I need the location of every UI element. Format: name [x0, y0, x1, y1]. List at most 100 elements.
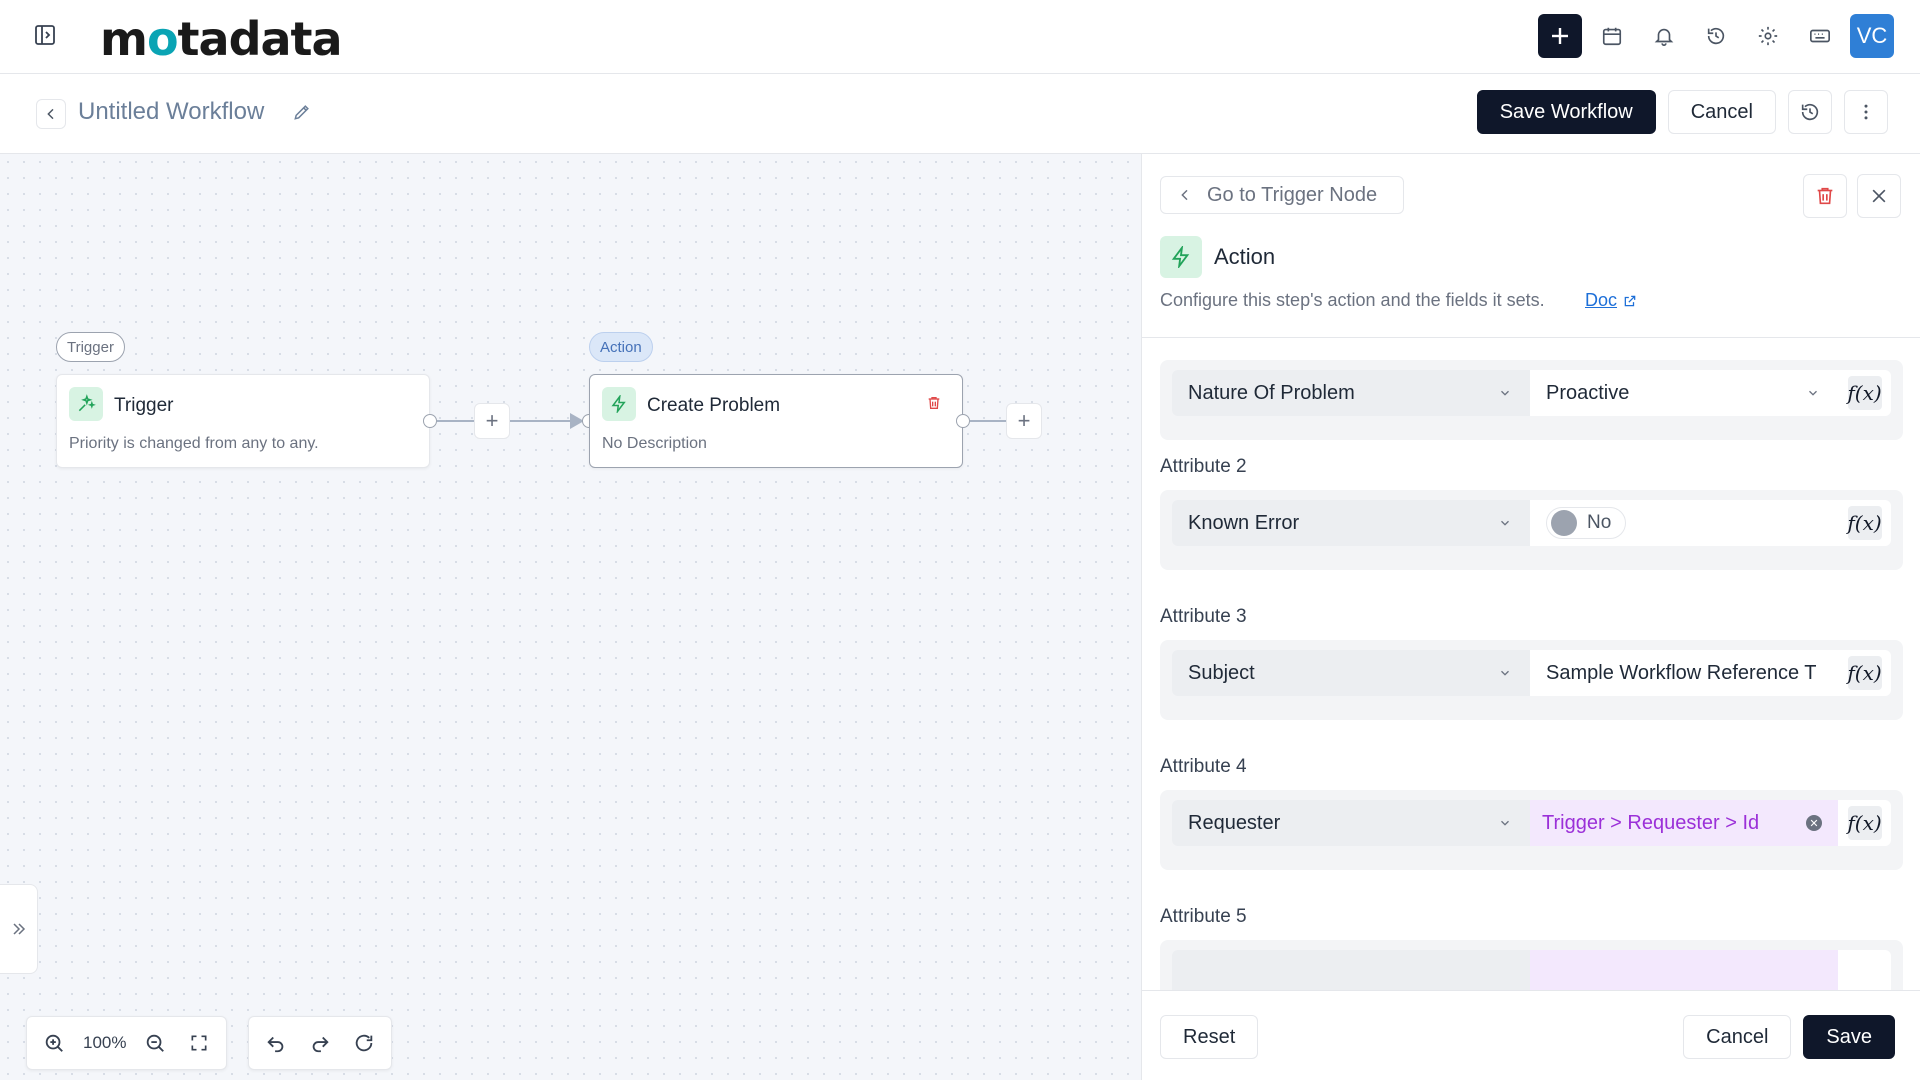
- function-button[interactable]: f(x): [1838, 500, 1891, 546]
- add-node-between-button[interactable]: +: [474, 403, 510, 439]
- function-icon: f(x): [1847, 806, 1882, 840]
- trash-icon: [1817, 187, 1833, 205]
- field-select-label: Nature Of Problem: [1188, 381, 1355, 404]
- chevrons-right-icon: [12, 923, 25, 935]
- function-button[interactable]: f(x): [1838, 370, 1891, 416]
- trigger-chip: Trigger: [56, 332, 125, 362]
- sidebar-toggle-icon[interactable]: [30, 20, 60, 50]
- attribute-row: Subject Sample Workflow Reference T f(x): [1160, 640, 1903, 720]
- edge-segment: [970, 420, 1006, 422]
- variable-value-label: Trigger > Requester > Id: [1542, 811, 1760, 834]
- field-select-label: Known Error: [1188, 511, 1300, 534]
- chevron-left-icon: [1181, 189, 1188, 201]
- save-button[interactable]: Save: [1803, 1015, 1895, 1059]
- notifications-button[interactable]: [1642, 14, 1686, 58]
- panel-footer: Reset Cancel Save: [1142, 990, 1920, 1080]
- version-history-button[interactable]: [1788, 90, 1832, 134]
- value-select-label: Proactive: [1546, 381, 1630, 404]
- variable-value[interactable]: Trigger > Requester > Id ✕: [1530, 800, 1838, 846]
- field-select[interactable]: Subject: [1172, 650, 1530, 696]
- workflow-actions: Save Workflow Cancel: [1476, 90, 1888, 134]
- create-new-button[interactable]: [1538, 14, 1582, 58]
- more-options-button[interactable]: [1844, 90, 1888, 134]
- known-error-toggle[interactable]: No: [1546, 507, 1627, 539]
- panel-description: Configure this step's action and the fie…: [1160, 290, 1545, 310]
- zoom-level: 100%: [83, 1033, 127, 1052]
- cancel-workflow-button[interactable]: Cancel: [1667, 90, 1776, 134]
- bell-icon: [1654, 28, 1674, 46]
- field-select[interactable]: [1172, 950, 1530, 990]
- subject-input[interactable]: Sample Workflow Reference T: [1530, 650, 1838, 696]
- action-config-panel: Go to Trigger Node Action Configure this…: [1141, 154, 1920, 1080]
- activity-history-button[interactable]: [1694, 14, 1738, 58]
- settings-button[interactable]: [1746, 14, 1790, 58]
- zoom-in-icon: [45, 1034, 63, 1052]
- history-controls: [248, 1016, 392, 1070]
- function-button[interactable]: f(x): [1838, 800, 1891, 846]
- chevron-down-icon: [1501, 670, 1509, 676]
- user-avatar[interactable]: VC: [1850, 14, 1894, 58]
- redo-button[interactable]: [305, 1028, 335, 1058]
- action-output-port[interactable]: [956, 414, 970, 428]
- expand-panel-tab[interactable]: [0, 884, 38, 974]
- gear-icon: [1758, 26, 1778, 46]
- workflow-header: Untitled Workflow Save Workflow Cancel: [0, 74, 1920, 154]
- close-panel-button[interactable]: [1857, 174, 1901, 218]
- field-select[interactable]: Requester: [1172, 800, 1530, 846]
- fit-view-button[interactable]: [184, 1028, 214, 1058]
- save-workflow-button[interactable]: Save Workflow: [1476, 90, 1656, 134]
- lightning-icon: [1160, 236, 1202, 278]
- function-button[interactable]: [1838, 950, 1891, 990]
- trigger-node-title: Trigger: [114, 395, 174, 416]
- delete-action-button[interactable]: [1803, 174, 1847, 218]
- back-button[interactable]: [36, 99, 66, 129]
- attribute-label: Attribute 3: [1160, 606, 1247, 627]
- create-problem-node[interactable]: Create Problem No Description: [589, 374, 963, 468]
- value-select[interactable]: Proactive: [1530, 370, 1838, 416]
- attributes-list[interactable]: Nature Of Problem Proactive f(x) Attribu…: [1142, 338, 1920, 990]
- field-select-label: Subject: [1188, 661, 1255, 684]
- pencil-icon[interactable]: [292, 102, 312, 122]
- doc-link[interactable]: Doc: [1585, 290, 1637, 311]
- delete-node-icon[interactable]: [926, 395, 942, 411]
- more-vertical-icon: [1864, 104, 1868, 120]
- undo-button[interactable]: [261, 1028, 291, 1058]
- attribute-label: Attribute 5: [1160, 906, 1247, 927]
- refresh-icon: [355, 1034, 373, 1052]
- zoom-controls: 100%: [26, 1016, 228, 1070]
- trigger-icon: [69, 387, 103, 421]
- top-actions: VC: [1538, 14, 1894, 58]
- keyboard-shortcuts-button[interactable]: [1798, 14, 1842, 58]
- variable-value[interactable]: [1530, 950, 1838, 990]
- edge-segment: [437, 420, 474, 422]
- add-next-node-button[interactable]: +: [1006, 403, 1042, 439]
- refresh-button[interactable]: [349, 1028, 379, 1058]
- chevron-down-icon: [1809, 390, 1817, 396]
- reset-button[interactable]: Reset: [1160, 1015, 1259, 1059]
- function-button[interactable]: f(x): [1838, 650, 1891, 696]
- go-to-trigger-node-button[interactable]: Go to Trigger Node: [1160, 176, 1405, 214]
- zoom-in-button[interactable]: [39, 1028, 69, 1058]
- undo-icon: [267, 1036, 284, 1053]
- field-select[interactable]: Nature Of Problem: [1172, 370, 1530, 416]
- plus-icon: [1552, 28, 1568, 44]
- chevron-down-icon: [1501, 520, 1509, 526]
- metadata-logo[interactable]: motadata: [100, 12, 343, 66]
- zoom-out-button[interactable]: [140, 1028, 170, 1058]
- toggle-knob: [1551, 510, 1577, 536]
- cancel-button[interactable]: Cancel: [1683, 1015, 1792, 1059]
- clear-variable-icon[interactable]: ✕: [1806, 815, 1822, 831]
- trigger-node-description: Priority is changed from any to any.: [69, 435, 319, 452]
- workflow-canvas[interactable]: Trigger Action Trigger Priority is chang…: [0, 154, 1141, 1080]
- calendar-button[interactable]: [1590, 14, 1634, 58]
- action-node-title: Create Problem: [647, 395, 781, 416]
- zoom-out-icon: [147, 1034, 165, 1052]
- history-icon: [1801, 103, 1819, 121]
- chevron-down-icon: [1501, 390, 1509, 396]
- attribute-row: Known Error No f(x): [1160, 490, 1903, 570]
- trigger-output-port[interactable]: [423, 414, 437, 428]
- field-select[interactable]: Known Error: [1172, 500, 1530, 546]
- value-toggle-field: No: [1530, 500, 1838, 546]
- trigger-node[interactable]: Trigger Priority is changed from any to …: [56, 374, 430, 468]
- redo-icon: [312, 1036, 329, 1053]
